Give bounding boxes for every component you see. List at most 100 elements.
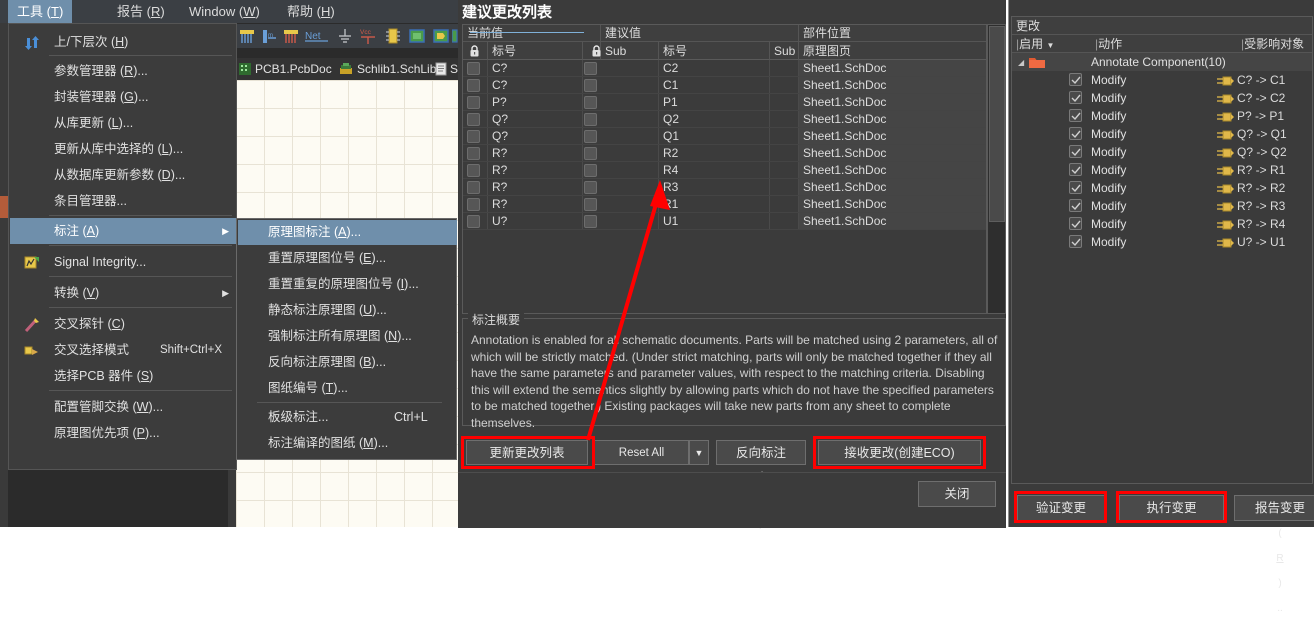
lock-sub-checkbox[interactable] [584, 130, 597, 143]
submenu-item-number-schematic-sheets[interactable]: 图纸编号 (T)... [238, 376, 457, 401]
table-row[interactable]: C? C2 Sheet1.SchDoc [463, 60, 986, 77]
enable-checkbox[interactable] [1069, 127, 1082, 140]
cell-lock-current[interactable] [463, 196, 488, 212]
menu-item-update-selected-from-library[interactable]: 更新从库中选择的 (L)... [10, 136, 237, 162]
execute-changes-button[interactable]: 执行变更 [1119, 495, 1224, 521]
menu-item-cross-select-mode[interactable]: 交叉选择模式 Shift+Ctrl+X [10, 337, 237, 363]
bus-red-icon[interactable] [282, 27, 300, 45]
cell-lock-sub[interactable] [583, 179, 601, 195]
cell-lock-current[interactable] [463, 94, 488, 110]
submenu-item-reset-duplicate-designators[interactable]: 重置重复的原理图位号 (I)... [238, 272, 457, 297]
enable-checkbox[interactable] [1069, 109, 1082, 122]
lock-sub-checkbox[interactable] [584, 181, 597, 194]
lock-checkbox[interactable] [467, 215, 480, 228]
menu-item-item-manager[interactable]: 条目管理器... [10, 188, 237, 214]
table-scrollbar-thumb[interactable] [989, 26, 1005, 222]
menu-item-update-from-library[interactable]: 从库更新 (L)... [10, 110, 237, 136]
cell-lock-current[interactable] [463, 213, 488, 229]
table-row[interactable]: Q? Q1 Sheet1.SchDoc [463, 128, 986, 145]
expand-triangle-icon[interactable]: ◢ [1018, 58, 1024, 67]
lock-sub-checkbox[interactable] [584, 215, 597, 228]
cell-lock-sub[interactable] [583, 94, 601, 110]
lock-checkbox[interactable] [467, 181, 480, 194]
enable-checkbox[interactable] [1069, 217, 1082, 230]
column-header-action[interactable]: |动作 [1091, 35, 1237, 53]
menu-item-select-pcb-components[interactable]: 选择PCB 器件 (S) [10, 363, 237, 389]
back-annotate-button[interactable]: 反向标注 (B) [716, 440, 806, 530]
cell-lock-sub[interactable] [583, 196, 601, 212]
enable-checkbox[interactable] [1069, 181, 1082, 194]
table-row[interactable]: Q? Q2 Sheet1.SchDoc [463, 111, 986, 128]
lock-checkbox[interactable] [467, 62, 480, 75]
gnd-power-port-icon[interactable] [336, 27, 354, 45]
enable-checkbox[interactable] [1069, 235, 1082, 248]
tree-row[interactable]: Modify Q? -> Q2 [1012, 143, 1312, 161]
tree-folder-row[interactable]: ◢ Annotate Component(10) [1012, 53, 1312, 71]
tab-schlib1[interactable]: Schlib1.SchLib [357, 58, 436, 80]
table-row[interactable]: R? R1 Sheet1.SchDoc [463, 196, 986, 213]
tree-row[interactable]: Modify R? -> R4 [1012, 215, 1312, 233]
lock-checkbox[interactable] [467, 130, 480, 143]
tree-row[interactable]: Modify U? -> U1 [1012, 233, 1312, 251]
lock-sub-checkbox[interactable] [584, 96, 597, 109]
menubar-item-window[interactable]: Window (W) [180, 0, 269, 23]
lock-sub-checkbox[interactable] [584, 79, 597, 92]
update-change-list-button[interactable]: 更新更改列表 [466, 440, 588, 465]
tree-row[interactable]: Modify Q? -> Q1 [1012, 125, 1312, 143]
sheet-symbol-icon[interactable] [408, 27, 426, 45]
table-row[interactable]: R? R2 Sheet1.SchDoc [463, 145, 986, 162]
cell-lock-current[interactable] [463, 162, 488, 178]
lock-checkbox[interactable] [467, 147, 480, 160]
menubar-item-tools[interactable]: 工具 (T) [8, 0, 73, 23]
column-header-enabled[interactable]: |启用 ▼ [1012, 35, 1091, 53]
cell-lock-sub[interactable] [583, 77, 601, 93]
lock-checkbox[interactable] [467, 96, 480, 109]
enable-checkbox[interactable] [1069, 199, 1082, 212]
tab-sch1[interactable]: S [450, 58, 458, 80]
tab-pcb1[interactable]: PCB1.PcbDoc [255, 58, 332, 80]
lock-sub-checkbox[interactable] [584, 113, 597, 126]
lock-sub-checkbox[interactable] [584, 62, 597, 75]
menu-item-update-parameters-from-database[interactable]: 从数据库更新参数 (D)... [10, 162, 237, 188]
lock-sub-checkbox[interactable] [584, 147, 597, 160]
submenu-item-annotate-schematics-quietly[interactable]: 静态标注原理图 (U)... [238, 298, 457, 323]
cell-lock-current[interactable] [463, 77, 488, 93]
cell-lock-sub[interactable] [583, 162, 601, 178]
enable-checkbox[interactable] [1069, 91, 1082, 104]
table-row[interactable]: C? C1 Sheet1.SchDoc [463, 77, 986, 94]
table-row[interactable]: R? R4 Sheet1.SchDoc [463, 162, 986, 179]
reset-all-button[interactable]: Reset All [594, 440, 689, 465]
menu-item-schematic-preferences[interactable]: 原理图优先项 (P)... [10, 420, 237, 446]
tree-row[interactable]: Modify R? -> R1 [1012, 161, 1312, 179]
column-header-affected-object[interactable]: |受影响对象 [1237, 35, 1312, 53]
menu-item-parameter-manager[interactable]: 参数管理器 (R)... [10, 58, 237, 84]
cell-lock-current[interactable] [463, 179, 488, 195]
component-icon[interactable] [384, 27, 402, 45]
enable-checkbox[interactable] [1069, 163, 1082, 176]
tree-row[interactable]: Modify R? -> R3 [1012, 197, 1312, 215]
vcc-power-port-icon[interactable]: Vcc [358, 27, 376, 45]
column-header-designator-current[interactable]: 标号 [488, 42, 583, 60]
submenu-item-board-level-annotate[interactable]: 板级标注... Ctrl+L [238, 405, 457, 430]
close-button[interactable]: 关闭 [918, 481, 996, 507]
lock-checkbox[interactable] [467, 164, 480, 177]
accept-changes-create-eco-button[interactable]: 接收更改(创建ECO) [818, 440, 981, 465]
cell-lock-sub[interactable] [583, 128, 601, 144]
sheet-entry-icon[interactable] [432, 27, 450, 45]
column-header-designator-proposed[interactable]: 标号 [659, 42, 770, 60]
cell-lock-current[interactable] [463, 145, 488, 161]
table-scrollbar[interactable] [987, 24, 1006, 314]
column-header-sub-proposed[interactable]: Sub [770, 42, 799, 60]
cell-lock-sub[interactable] [583, 60, 601, 76]
table-row[interactable]: U? U1 Sheet1.SchDoc [463, 213, 986, 230]
lock-checkbox[interactable] [467, 113, 480, 126]
enable-checkbox[interactable] [1069, 73, 1082, 86]
menubar-item-help[interactable]: 帮助 (H) [278, 0, 344, 23]
menu-item-footprint-manager[interactable]: 封装管理器 (G)... [10, 84, 237, 110]
lock-checkbox[interactable] [467, 198, 480, 211]
menu-item-configure-pin-swapping[interactable]: 配置管脚交换 (W)... [10, 394, 237, 420]
tree-row[interactable]: Modify C? -> C1 [1012, 71, 1312, 89]
cell-lock-current[interactable] [463, 60, 488, 76]
reset-all-dropdown-button[interactable]: ▼ [689, 440, 709, 465]
menubar-item-report[interactable]: 报告 (R) [108, 0, 174, 23]
